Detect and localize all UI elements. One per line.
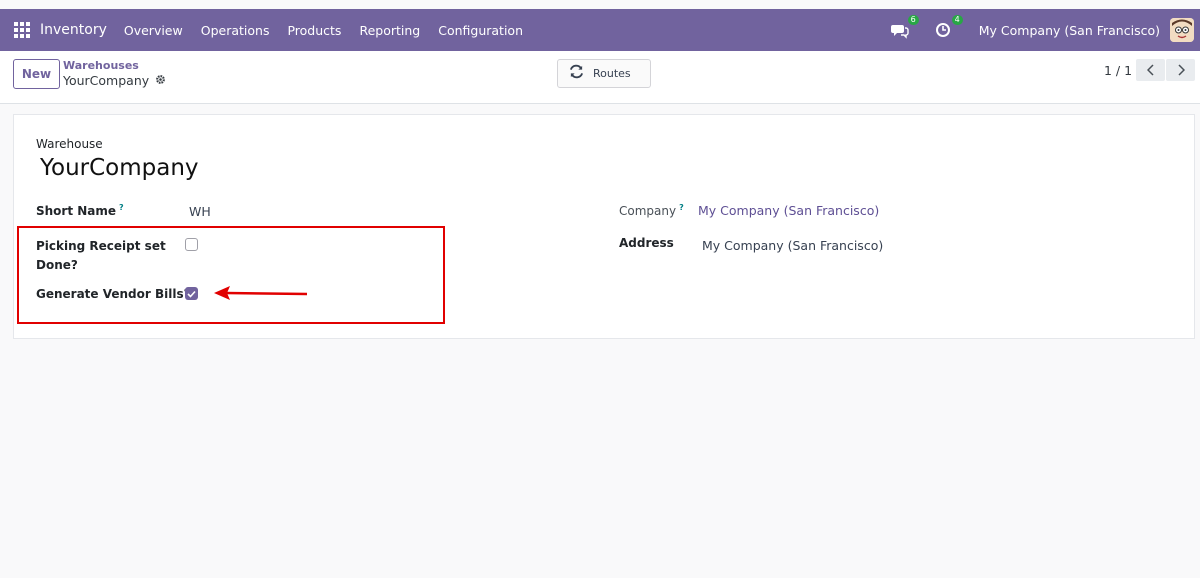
activities-badge: 4 [951, 15, 963, 25]
short-name-label-text: Short Name [36, 204, 117, 218]
gear-icon[interactable] [155, 73, 166, 88]
routes-button[interactable]: Routes [557, 59, 651, 88]
menu-operations[interactable]: Operations [192, 23, 279, 38]
company-field[interactable]: My Company (San Francisco) [698, 203, 879, 218]
new-button[interactable]: New [13, 59, 60, 89]
menu-products[interactable]: Products [278, 23, 350, 38]
app-brand[interactable]: Inventory [40, 22, 107, 38]
chevron-right-icon [1177, 64, 1185, 76]
pager-next-button[interactable] [1166, 59, 1195, 81]
short-name-label: Short Name? [36, 203, 124, 218]
breadcrumb-warehouses[interactable]: Warehouses [63, 59, 139, 72]
company-switcher[interactable]: My Company (San Francisco) [979, 23, 1160, 38]
activities-clock-icon[interactable]: 4 [935, 15, 963, 39]
messages-icon[interactable]: 6 [890, 15, 919, 39]
menu-reporting[interactable]: Reporting [350, 23, 429, 38]
address-field[interactable]: My Company (San Francisco) [702, 238, 883, 253]
breadcrumb-current: YourCompany [63, 73, 166, 88]
user-avatar[interactable] [1170, 18, 1194, 42]
top-navbar: Inventory Overview Operations Products R… [0, 9, 1200, 51]
short-name-help-icon[interactable]: ? [119, 203, 124, 212]
warehouse-name-field[interactable]: YourCompany [40, 155, 199, 181]
red-arrow-icon [214, 286, 308, 300]
breadcrumb-current-label: YourCompany [63, 73, 150, 88]
refresh-icon [568, 64, 585, 83]
menu-configuration[interactable]: Configuration [429, 23, 532, 38]
address-label: Address [619, 236, 674, 250]
control-panel: New Warehouses YourCompany Routes 1 / 1 [0, 51, 1200, 104]
chevron-left-icon [1146, 64, 1154, 76]
warehouse-caption: Warehouse [36, 137, 103, 151]
short-name-field[interactable]: WH [189, 204, 211, 219]
company-label: Company? [619, 203, 684, 218]
pager-previous-button[interactable] [1136, 59, 1165, 81]
highlight-annotation-box [17, 226, 445, 324]
pager-value[interactable]: 1 / 1 [1104, 63, 1132, 78]
company-label-text: Company [619, 204, 677, 218]
messages-badge: 6 [907, 15, 919, 25]
routes-button-label: Routes [593, 67, 631, 80]
company-help-icon[interactable]: ? [679, 203, 684, 212]
menu-overview[interactable]: Overview [115, 23, 192, 38]
apps-grid-icon[interactable] [14, 22, 30, 38]
